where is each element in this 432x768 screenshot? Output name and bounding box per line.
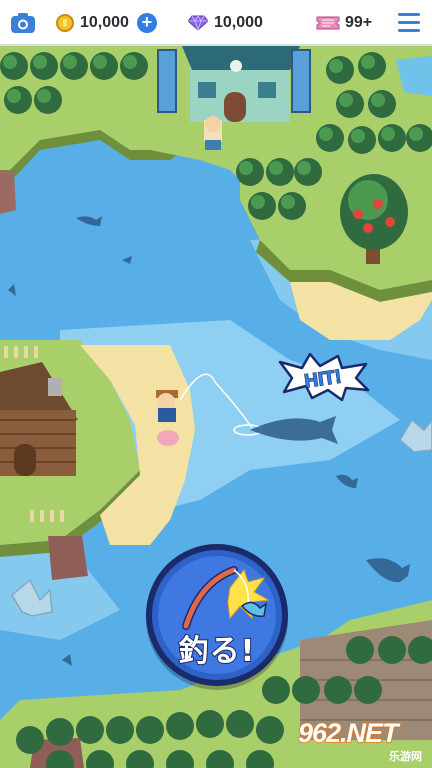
coin-icon	[56, 14, 74, 32]
catch-fish-button[interactable]: 釣る!	[146, 544, 288, 686]
pig-pet	[157, 430, 179, 446]
gem-amount: 10,000	[214, 14, 263, 31]
watermark-sub-text: 乐游网	[389, 750, 422, 763]
catch-button-label: 釣る!	[178, 633, 256, 670]
coin-counter: 10,000 +	[56, 0, 157, 46]
coin-amount: 10,000	[80, 14, 129, 31]
ticket-counter[interactable]: 99+	[316, 0, 372, 46]
villager-character	[204, 116, 222, 150]
rock	[48, 536, 88, 580]
hamburger-menu-icon[interactable]	[398, 13, 420, 33]
camera-icon[interactable]	[10, 10, 36, 36]
rock	[0, 170, 16, 214]
add-coins-button[interactable]: +	[136, 13, 157, 33]
gem-counter: 10,000	[188, 0, 263, 46]
watermark-logo: 962.NET 乐游网	[297, 717, 426, 763]
hit-speech-bubble: HIT!	[278, 352, 370, 402]
fishing-rod-icon	[182, 566, 270, 630]
ticket-icon	[316, 16, 340, 30]
watermark-main-text: 962.NET	[297, 717, 399, 749]
ticket-amount: 99+	[345, 14, 373, 31]
gem-icon	[188, 15, 208, 31]
top-status-bar: 10,000 + 10,000 99+	[0, 0, 432, 46]
